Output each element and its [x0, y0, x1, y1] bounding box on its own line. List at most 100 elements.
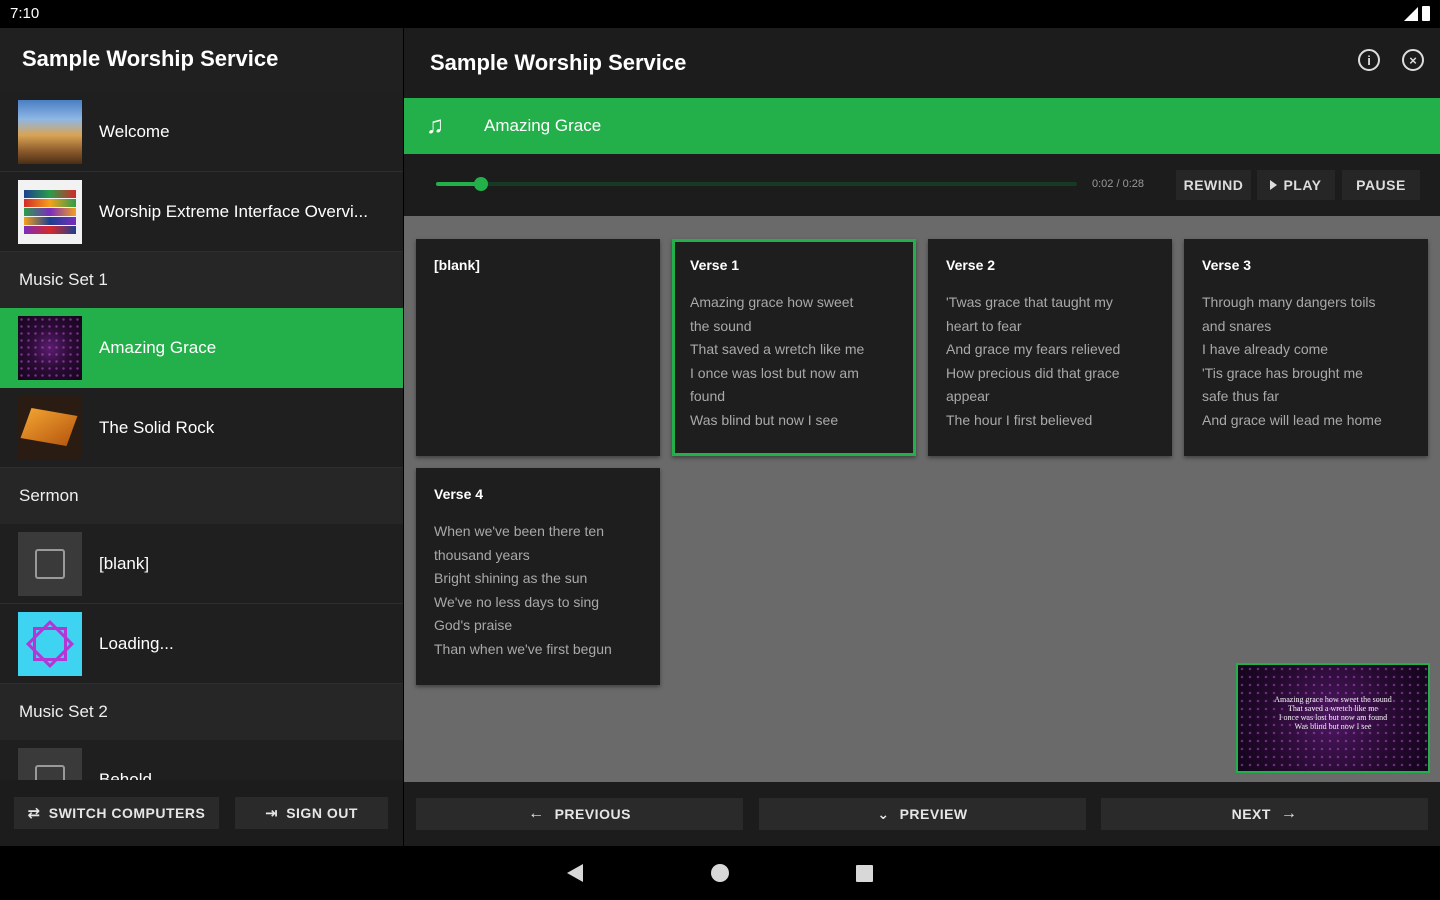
- info-icon[interactable]: i: [1358, 49, 1380, 71]
- status-time: 7:10: [10, 5, 40, 22]
- sign-out-button[interactable]: ⇥ SIGN OUT: [235, 797, 388, 829]
- status-bar: 7:10: [0, 0, 1440, 28]
- progress-handle[interactable]: [473, 177, 488, 191]
- arrow-right-icon: →: [1280, 805, 1298, 822]
- close-circle-icon[interactable]: ×: [1402, 49, 1424, 71]
- thumb-bar: [24, 198, 76, 207]
- home-icon[interactable]: [711, 864, 729, 882]
- service-item[interactable]: [blank]: [0, 524, 403, 604]
- main-title: Sample Worship Service: [430, 50, 687, 75]
- pause-button[interactable]: PAUSE: [1342, 170, 1420, 200]
- preview-text: Amazing grace how sweet the sound That sa…: [1238, 695, 1428, 731]
- preview-lyric-line: I once was lost but now am found: [1278, 713, 1388, 722]
- slide-lyric-line: Amazing grace how sweet: [690, 294, 854, 310]
- item-thumbnail: [18, 315, 82, 380]
- chevron-down-icon: ⌄: [877, 805, 890, 822]
- slide-title: Verse 3: [1202, 257, 1252, 273]
- rewind-button[interactable]: REWIND: [1176, 170, 1251, 200]
- slide-card[interactable]: Verse 2 'Twas grace that taught my heart t…: [928, 239, 1172, 456]
- section-header: Music Set 1: [0, 252, 403, 308]
- arrow-left-icon: ←: [528, 805, 545, 822]
- time-readout: 0:02 / 0:28: [1092, 178, 1144, 190]
- pause-label: PAUSE: [1356, 177, 1406, 193]
- service-sidebar: Sample Worship Service Welcome Worship Ex…: [0, 28, 403, 846]
- slide-lyric-line: the sound: [690, 317, 752, 334]
- play-icon: [1270, 180, 1278, 190]
- service-item-list[interactable]: Welcome Worship Extreme Interface Overvi.…: [0, 92, 403, 782]
- main-header: Sample Worship Service i ×: [404, 28, 1440, 98]
- slide-card[interactable]: Verse 3 Through many dangers toils and sna…: [1184, 239, 1428, 456]
- thumb-bar: [24, 225, 76, 234]
- service-item[interactable]: Loading...: [0, 604, 403, 684]
- slide-title: Verse 2: [946, 257, 996, 273]
- service-item-label: [blank]: [99, 553, 150, 573]
- battery-icon: [1422, 6, 1430, 21]
- slide-lyric-line: How precious did that grace: [946, 364, 1120, 381]
- slide-lyric-line: Was blind but now I see: [690, 411, 839, 428]
- next-label: NEXT: [1231, 806, 1271, 822]
- music-note-icon: ♫: [426, 112, 444, 139]
- signal-icon: [1404, 7, 1418, 21]
- slide-lyric-line: and snares: [1202, 317, 1272, 334]
- rock-shape: [20, 407, 78, 446]
- service-item[interactable]: Behold: [0, 740, 403, 782]
- previous-button[interactable]: ← PREVIOUS: [416, 798, 743, 830]
- section-header: Sermon: [0, 468, 403, 524]
- sidebar-footer: ⇄ SWITCH COMPUTERS ⇥ SIGN OUT: [0, 780, 403, 846]
- main-footer: ← PREVIOUS ⌄ PREVIEW NEXT →: [404, 782, 1440, 846]
- slide-card[interactable]: Verse 1 Amazing grace how sweet the sound T…: [672, 239, 916, 456]
- sidebar-title: Sample Worship Service: [0, 28, 403, 92]
- progress-slider[interactable]: [436, 177, 1077, 191]
- slide-lyric-line: I have already come: [1202, 341, 1329, 357]
- service-item-label: Loading...: [99, 633, 174, 653]
- star-shape: [33, 626, 67, 661]
- slide-lyric-line: The hour I first believed: [946, 411, 1093, 428]
- service-item[interactable]: Welcome: [0, 92, 403, 172]
- slide-lyric-line: And grace will lead me home: [1202, 411, 1382, 428]
- play-button[interactable]: PLAY: [1257, 170, 1335, 200]
- live-preview-thumbnail[interactable]: Amazing grace how sweet the sound That sa…: [1236, 663, 1430, 773]
- section-header: Music Set 2: [0, 684, 403, 740]
- service-item-label: Worship Extreme Interface Overvi...: [99, 201, 368, 221]
- slide-lyric-line: When we've been there ten: [434, 523, 605, 539]
- next-button[interactable]: NEXT →: [1101, 798, 1428, 830]
- switch-computers-button[interactable]: ⇄ SWITCH COMPUTERS: [14, 797, 219, 829]
- slide-lyric-line: appear: [946, 388, 990, 404]
- slide-title: Verse 4: [434, 486, 484, 502]
- slide-title: Verse 1: [690, 257, 740, 273]
- item-thumbnail: [18, 747, 82, 782]
- slide-panel: Sample Worship Service i × ♫ Amazing Gra…: [404, 28, 1440, 846]
- slide-title: [blank]: [434, 257, 480, 273]
- switch-computers-label: SWITCH COMPUTERS: [48, 805, 206, 821]
- back-icon[interactable]: [567, 864, 583, 882]
- slide-lyric-line: Through many dangers toils: [1202, 294, 1376, 310]
- item-thumbnail: [18, 179, 82, 244]
- slide-lyric-line: safe thus far: [1202, 388, 1280, 404]
- thumb-bar: [24, 189, 76, 198]
- slide-lyric-line: found: [690, 388, 726, 404]
- item-thumbnail: [18, 611, 82, 676]
- service-item[interactable]: Amazing Grace: [0, 308, 403, 388]
- blank-square-icon: [35, 548, 65, 579]
- swap-icon: ⇄: [27, 805, 41, 822]
- slide-lyric-line: thousand years: [434, 546, 530, 563]
- slide-lyric-line: heart to fear: [946, 317, 1022, 334]
- service-item[interactable]: The Solid Rock: [0, 388, 403, 468]
- preview-label: PREVIEW: [899, 806, 968, 822]
- slide-card[interactable]: Verse 4 When we've been there ten thousand…: [416, 468, 660, 685]
- recents-icon[interactable]: [856, 865, 873, 882]
- item-thumbnail: [18, 99, 82, 164]
- item-thumbnail: [18, 395, 82, 460]
- slide-lyric-line: Bright shining as the sun: [434, 570, 588, 586]
- slide-card[interactable]: [blank]: [416, 239, 660, 456]
- song-title: Amazing Grace: [484, 116, 602, 135]
- slide-lyric-line: 'Tis grace has brought me: [1202, 364, 1363, 381]
- slide-lyric-line: 'Twas grace that taught my: [946, 294, 1113, 310]
- service-item[interactable]: Worship Extreme Interface Overvi...: [0, 172, 403, 252]
- slide-lyric-line: And grace my fears relieved: [946, 341, 1121, 357]
- rewind-label: REWIND: [1183, 177, 1244, 193]
- slide-lyric-line: We've no less days to sing: [434, 593, 600, 610]
- service-item-label: Welcome: [99, 121, 170, 141]
- slide-lyric-line: That saved a wretch like me: [690, 341, 865, 357]
- preview-button[interactable]: ⌄ PREVIEW: [759, 798, 1086, 830]
